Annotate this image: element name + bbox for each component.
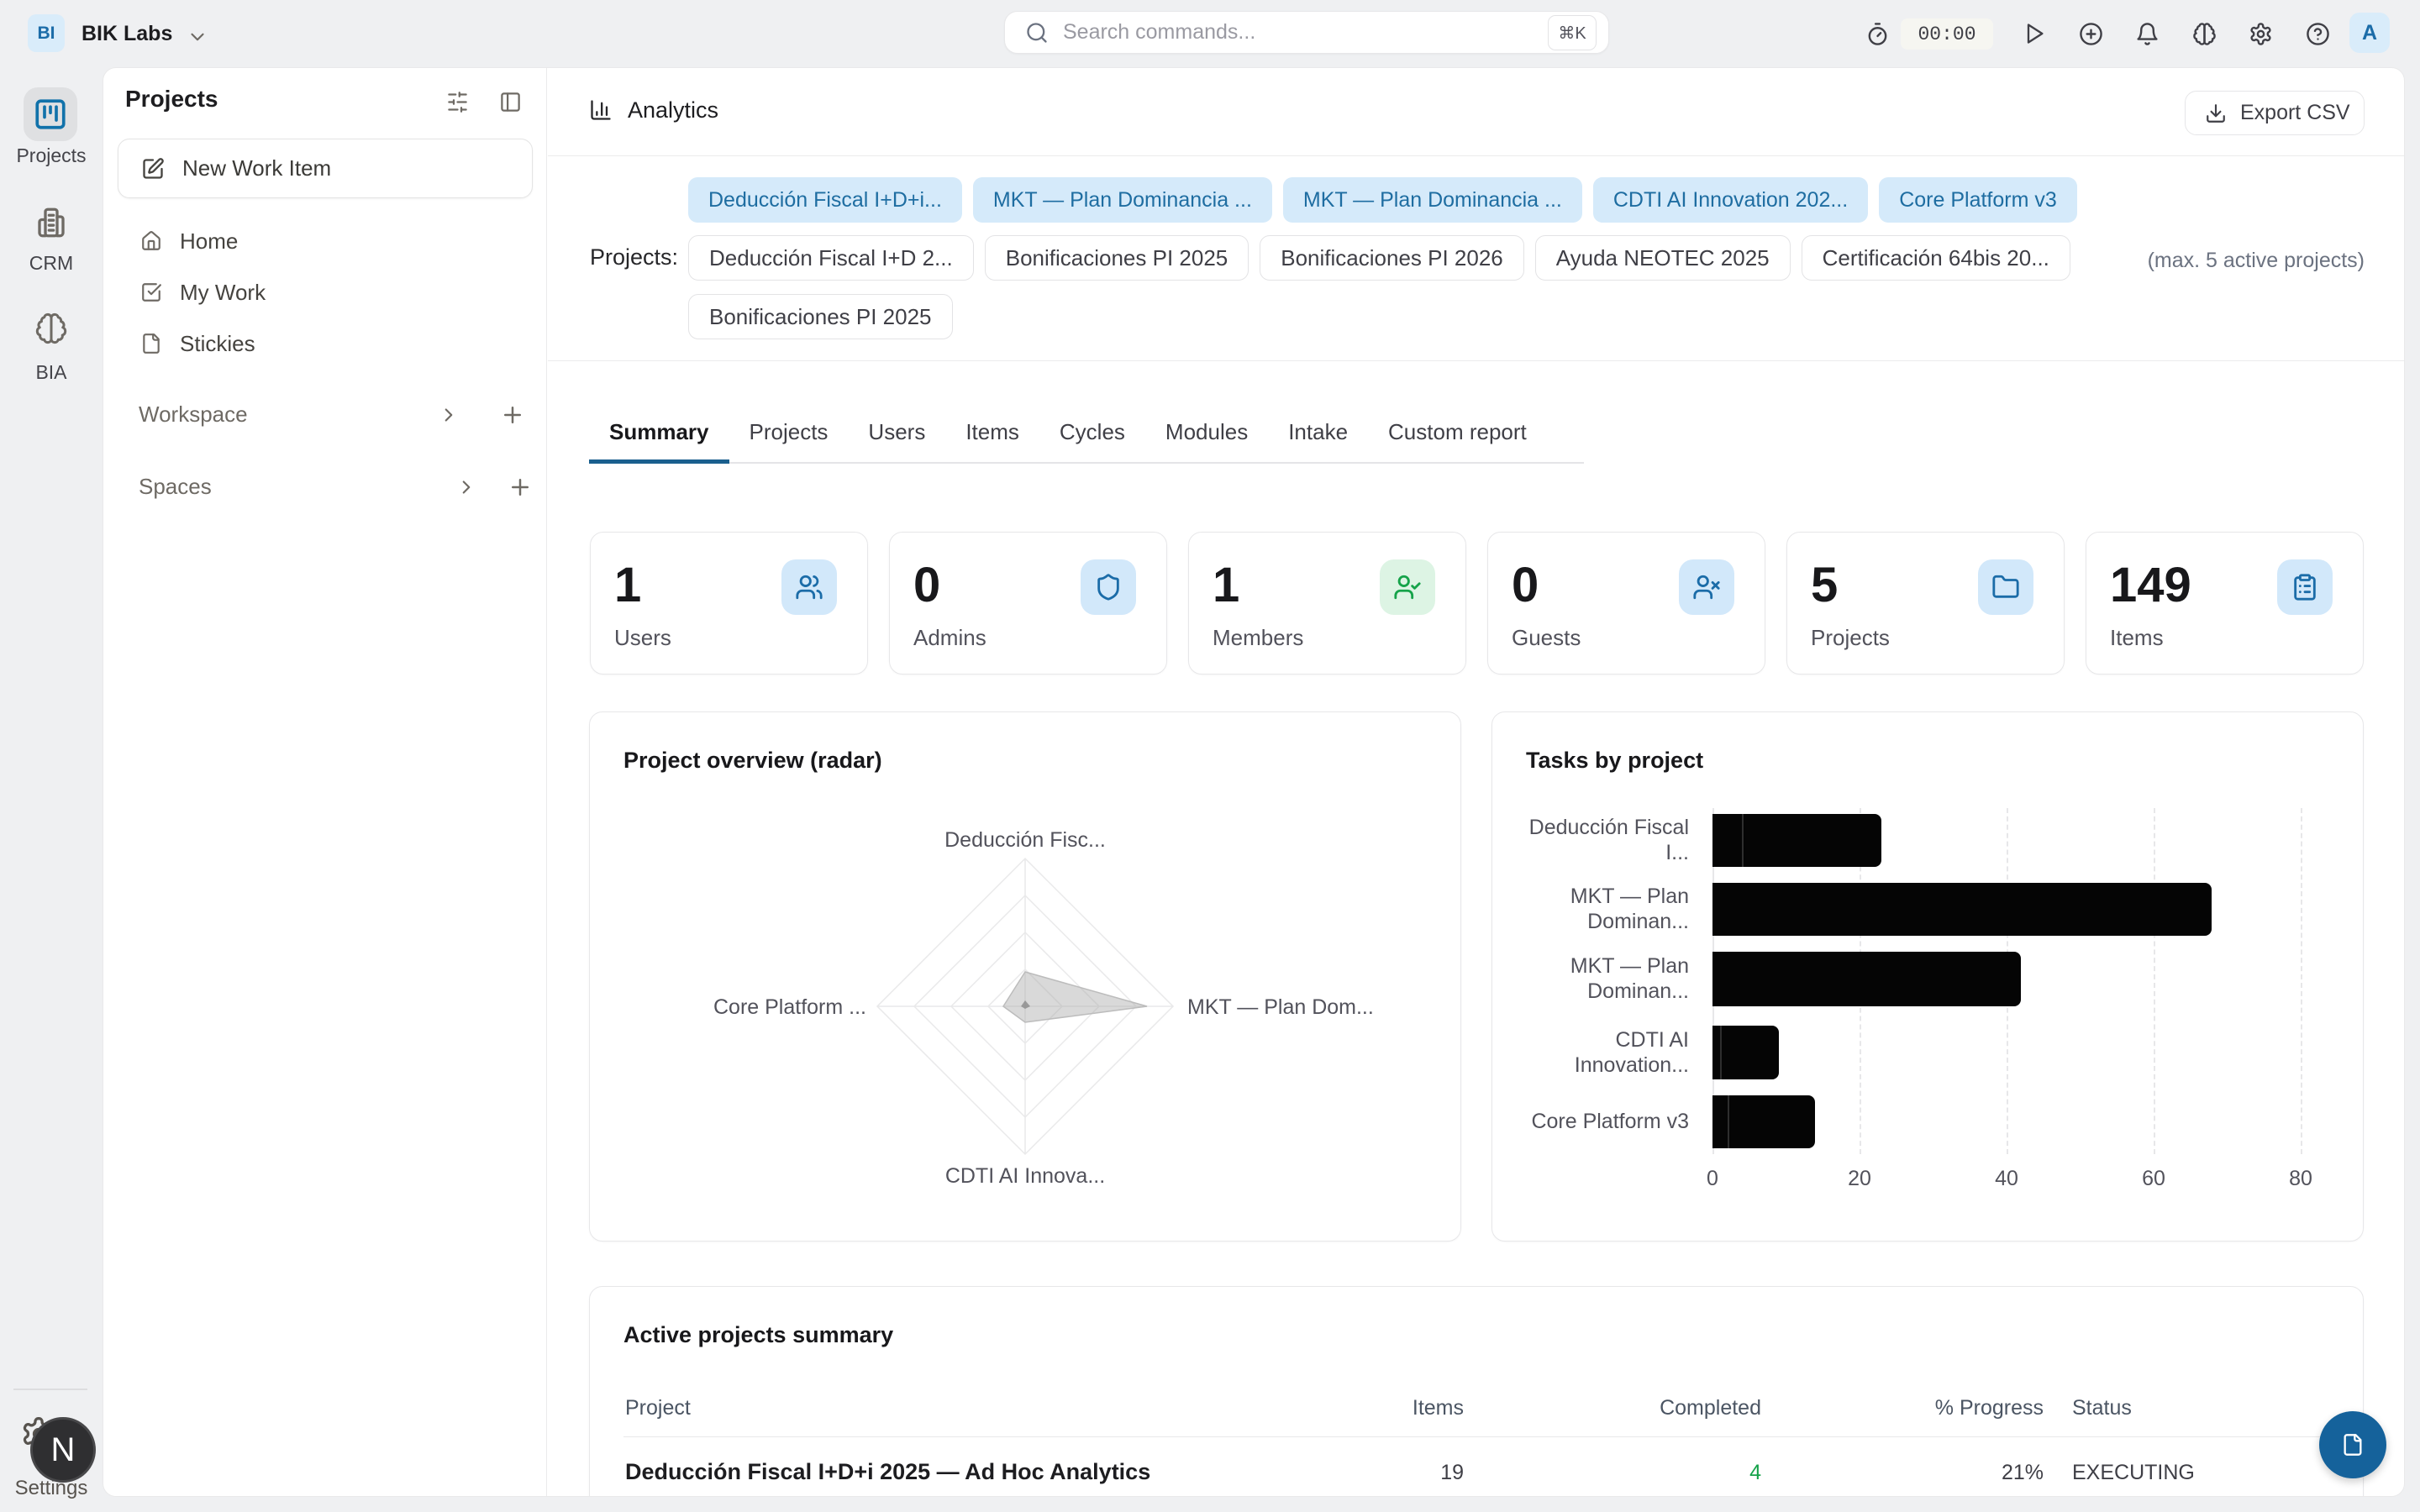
- svg-text:CDTI AI Innova...: CDTI AI Innova...: [945, 1164, 1105, 1188]
- svg-text:Core Platform ...: Core Platform ...: [713, 995, 866, 1019]
- svg-text:Deducción Fisc...: Deducción Fisc...: [944, 828, 1106, 852]
- svg-text:MKT — Plan Dom...: MKT — Plan Dom...: [1187, 995, 1374, 1019]
